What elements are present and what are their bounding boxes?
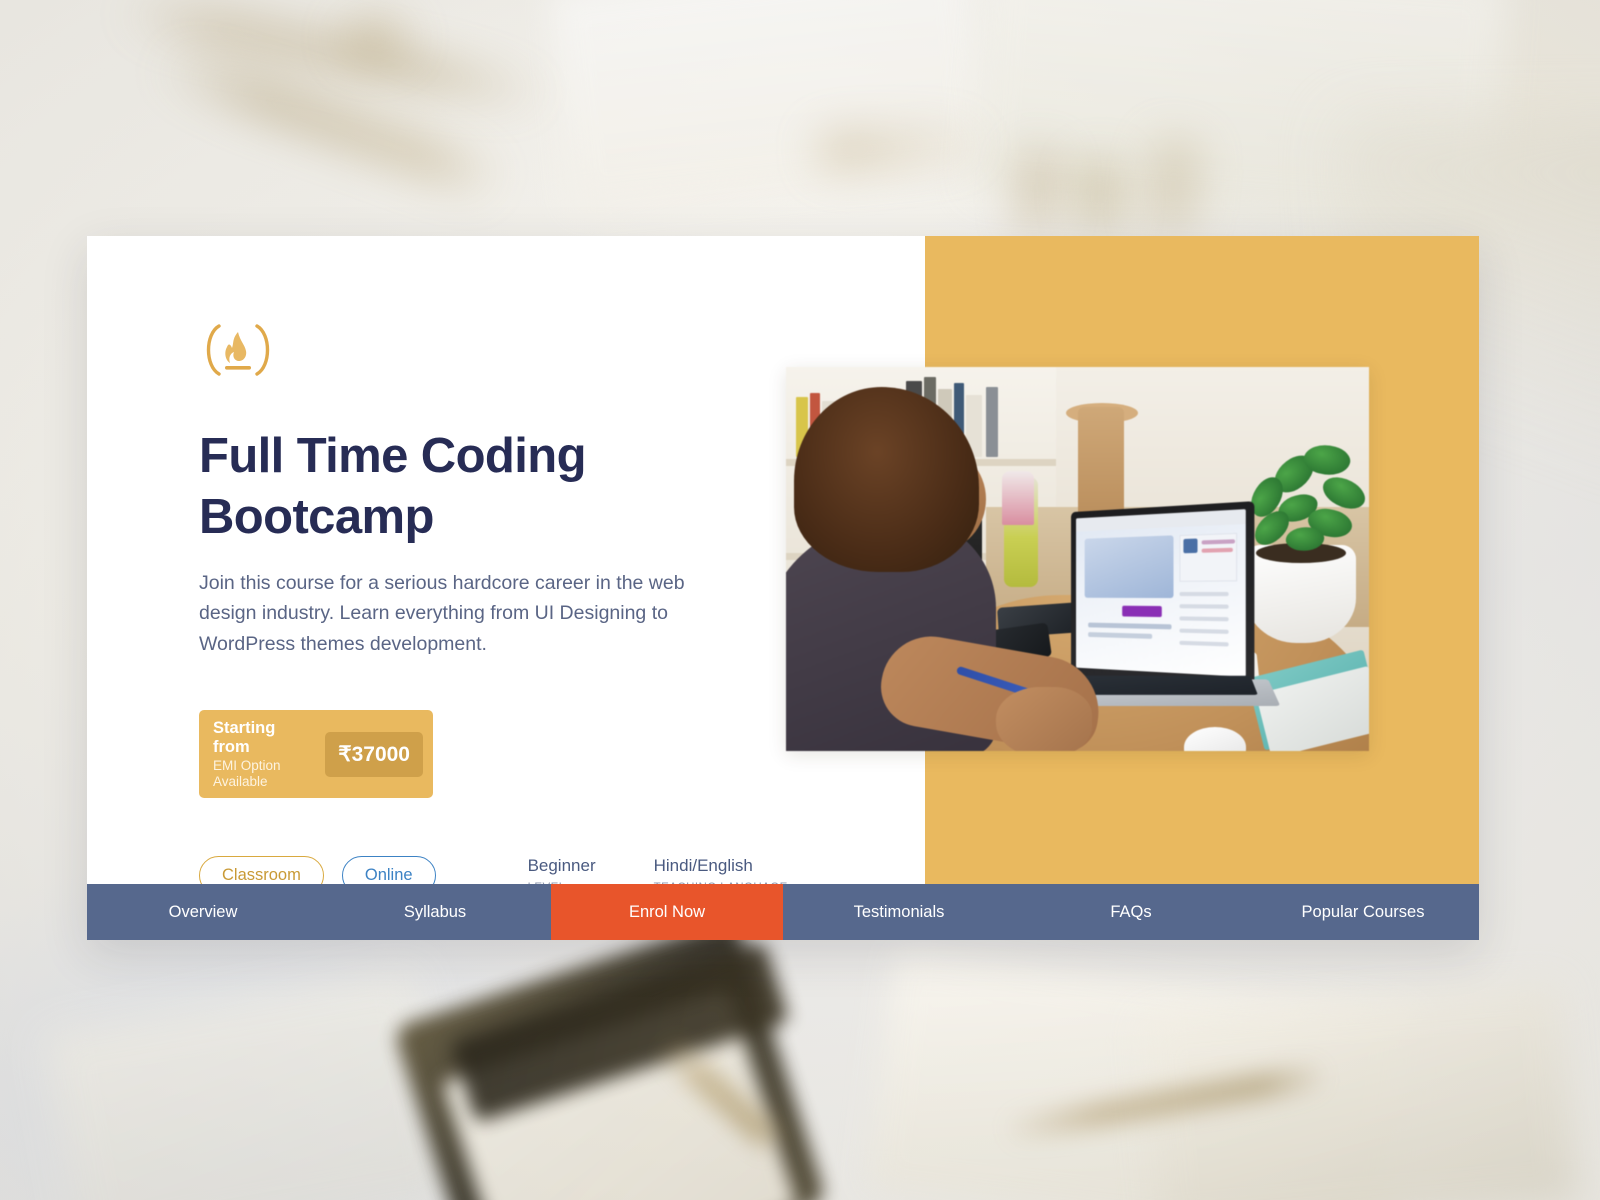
nav-item-overview[interactable]: Overview xyxy=(87,884,319,940)
flame-in-brackets-icon xyxy=(199,322,277,378)
page-title: Full Time Coding Bootcamp xyxy=(199,429,587,544)
meta-level-value: Beginner xyxy=(527,856,596,876)
nav-item-syllabus[interactable]: Syllabus xyxy=(319,884,551,940)
course-hero-card: Full Time Coding Bootcamp Join this cour… xyxy=(87,236,1479,940)
price-amount: ₹37000 xyxy=(325,731,423,777)
course-description: Join this course for a serious hardcore … xyxy=(199,571,685,656)
nav-item-popular-courses[interactable]: Popular Courses xyxy=(1247,884,1479,940)
price-title: Starting from xyxy=(213,718,276,756)
amber-accent-panel xyxy=(786,236,1479,884)
price-badge: Starting from EMI Option Available ₹3700… xyxy=(199,709,433,799)
price-subtitle: EMI Option Available xyxy=(213,758,281,789)
nav-item-faqs[interactable]: FAQs xyxy=(1015,884,1247,940)
nav-item-testimonials[interactable]: Testimonials xyxy=(783,884,1015,940)
card-body: Full Time Coding Bootcamp Join this cour… xyxy=(87,236,1479,896)
section-navbar: Overview Syllabus Enrol Now Testimonials… xyxy=(87,884,1479,940)
meta-language-value: Hindi/English xyxy=(653,856,753,876)
nav-item-enrol-now[interactable]: Enrol Now xyxy=(551,884,783,940)
course-photo xyxy=(786,367,1369,751)
